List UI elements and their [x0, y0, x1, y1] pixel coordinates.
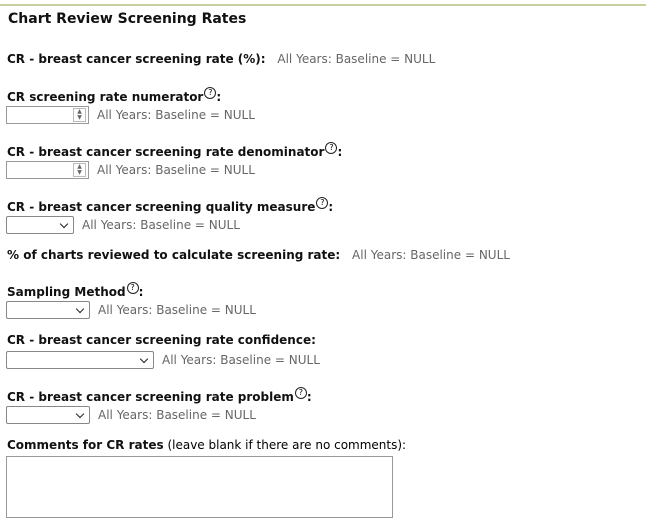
rate-row: CR - breast cancer screening rate (%): A…	[7, 52, 435, 66]
numerator-label-row: CR screening rate numerator?:	[7, 87, 222, 104]
comments-label: Comments for CR rates	[7, 438, 164, 452]
quality-note: All Years: Baseline = NULL	[82, 218, 240, 232]
problem-select[interactable]	[6, 406, 90, 424]
help-icon[interactable]: ?	[325, 142, 338, 154]
comments-label-row: Comments for CR rates (leave blank if th…	[7, 438, 406, 452]
problem-label: CR - breast cancer screening rate proble…	[7, 390, 294, 404]
help-icon[interactable]: ?	[294, 387, 307, 399]
chevron-down-icon	[75, 304, 85, 314]
rate-label: CR - breast cancer screening rate (%):	[7, 52, 266, 66]
page-title: Chart Review Screening Rates	[8, 11, 247, 27]
problem-label-row: CR - breast cancer screening rate proble…	[7, 387, 312, 404]
spinner-arrows-icon[interactable]: ▲ ▼	[73, 163, 86, 177]
quality-control-row: All Years: Baseline = NULL	[6, 216, 240, 234]
chevron-down-icon	[139, 354, 149, 364]
problem-note: All Years: Baseline = NULL	[98, 408, 256, 422]
numerator-note: All Years: Baseline = NULL	[97, 108, 255, 122]
percent-reviewed-note: All Years: Baseline = NULL	[352, 248, 510, 262]
denominator-label: CR - breast cancer screening rate denomi…	[7, 145, 325, 159]
numerator-control-row: ▲ ▼ All Years: Baseline = NULL	[6, 106, 255, 124]
chevron-down-icon	[59, 219, 69, 229]
percent-reviewed-row: % of charts reviewed to calculate screen…	[7, 248, 510, 262]
problem-control-row: All Years: Baseline = NULL	[6, 406, 256, 424]
comments-hint: (leave blank if there are no comments):	[167, 438, 407, 452]
confidence-label-row: CR - breast cancer screening rate confid…	[7, 333, 316, 347]
sampling-label: Sampling Method	[7, 285, 126, 299]
sampling-select[interactable]	[6, 301, 90, 319]
help-icon[interactable]: ?	[204, 87, 217, 99]
confidence-control-row: All Years: Baseline = NULL	[6, 351, 320, 369]
denominator-note: All Years: Baseline = NULL	[97, 163, 255, 177]
confidence-select[interactable]	[6, 351, 154, 369]
numerator-label: CR screening rate numerator	[7, 90, 204, 104]
denominator-control-row: ▲ ▼ All Years: Baseline = NULL	[6, 161, 255, 179]
sampling-label-row: Sampling Method?:	[7, 282, 144, 299]
numerator-input[interactable]: ▲ ▼	[6, 106, 89, 124]
comments-textarea[interactable]	[6, 456, 393, 518]
sampling-note: All Years: Baseline = NULL	[98, 303, 256, 317]
help-icon[interactable]: ?	[316, 197, 329, 209]
denominator-label-row: CR - breast cancer screening rate denomi…	[7, 142, 343, 159]
chevron-down-icon	[75, 409, 85, 419]
quality-label: CR - breast cancer screening quality mea…	[7, 200, 316, 214]
help-icon[interactable]: ?	[126, 282, 139, 294]
confidence-note: All Years: Baseline = NULL	[162, 353, 320, 367]
confidence-label: CR - breast cancer screening rate confid…	[7, 333, 316, 347]
rate-note: All Years: Baseline = NULL	[277, 52, 436, 66]
spinner-arrows-icon[interactable]: ▲ ▼	[73, 108, 86, 122]
quality-label-row: CR - breast cancer screening quality mea…	[7, 197, 334, 214]
quality-select[interactable]	[6, 216, 74, 234]
denominator-input[interactable]: ▲ ▼	[6, 161, 89, 179]
percent-reviewed-label: % of charts reviewed to calculate screen…	[7, 248, 341, 262]
header-rule	[0, 4, 646, 6]
sampling-control-row: All Years: Baseline = NULL	[6, 301, 256, 319]
